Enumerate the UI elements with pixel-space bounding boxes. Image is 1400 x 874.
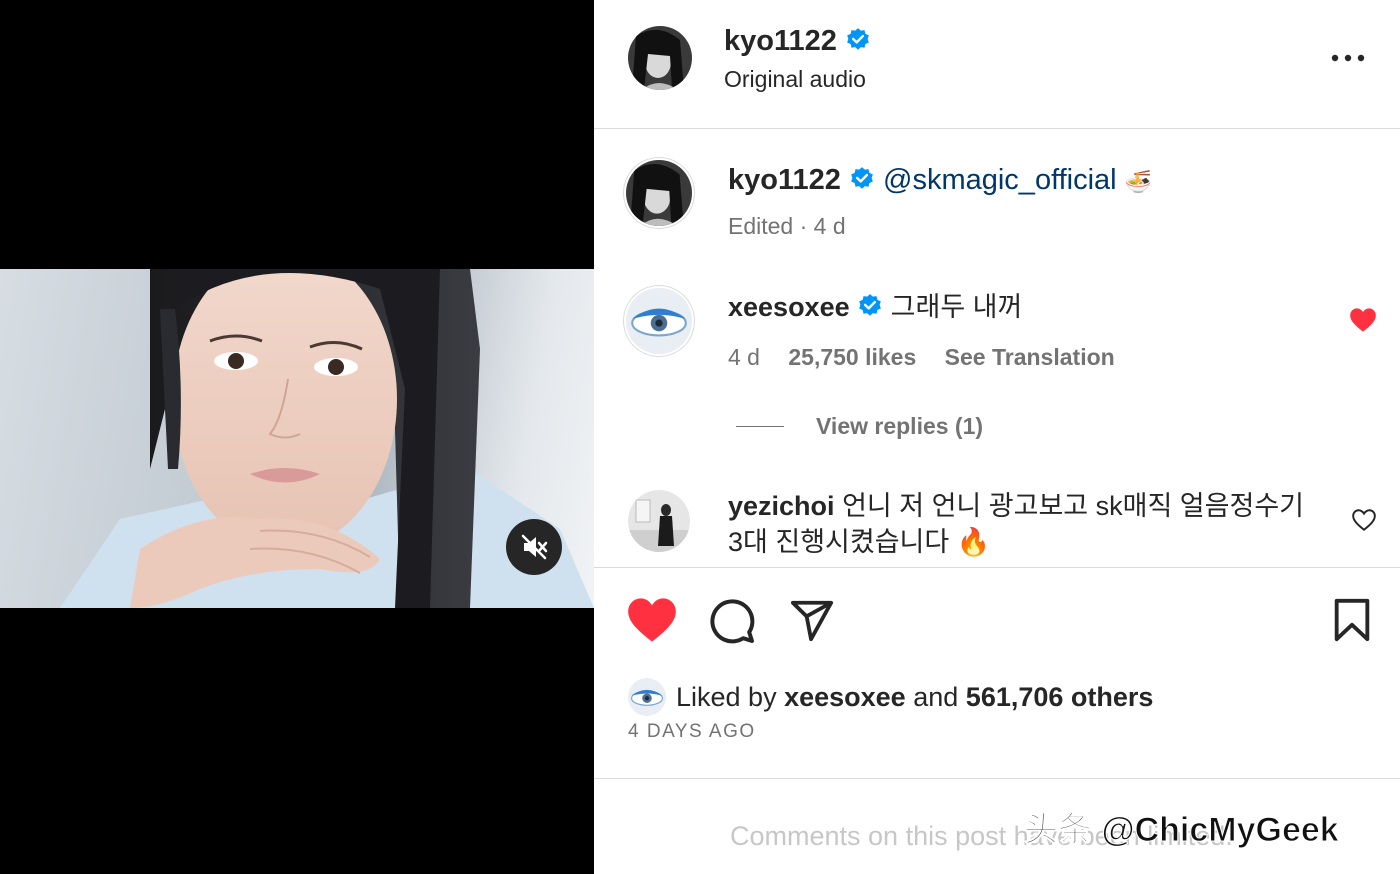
view-replies-button[interactable]: View replies (1) — [816, 411, 983, 441]
liked-by-others[interactable]: 561,706 others — [966, 682, 1154, 712]
see-translation-link[interactable]: See Translation — [945, 344, 1115, 370]
avatar-image — [626, 160, 692, 226]
post-panel: kyo1122 Original audio kyo1122 @skmagic_… — [594, 0, 1400, 874]
avatar-image — [626, 288, 692, 354]
heart-icon[interactable] — [626, 596, 678, 644]
header-divider — [594, 128, 1400, 129]
caption-username[interactable]: kyo1122 — [728, 164, 841, 196]
watermark: 头条 @ChicMyGeek — [1024, 811, 1340, 850]
verified-icon — [851, 167, 873, 189]
bookmark-icon[interactable] — [1332, 597, 1372, 643]
post-date: 4 DAYS AGO — [628, 721, 756, 742]
comment-body-line1: 언니 저 언니 광고보고 sk매직 얼음정수기 — [842, 491, 1305, 521]
post-video[interactable] — [0, 269, 594, 608]
liked-by-user[interactable]: xeesoxee — [784, 682, 906, 712]
footer-divider — [594, 778, 1400, 779]
actions-divider — [594, 567, 1400, 568]
heart-icon[interactable] — [1349, 307, 1377, 333]
avatar-image — [628, 490, 690, 552]
header-username-row: kyo1122 — [724, 22, 871, 60]
comment-avatar-xeesoxee[interactable] — [626, 288, 692, 354]
caption-meta: Edited · 4 d — [728, 213, 846, 239]
liked-by-and: and — [913, 682, 959, 712]
header-username[interactable]: kyo1122 — [724, 25, 837, 57]
mute-icon — [521, 534, 548, 560]
caption-emoji: 🍜 — [1124, 169, 1153, 194]
caption-mention[interactable]: @skmagic_official — [883, 164, 1117, 196]
comment-text-xeesoxee: xeesoxee 그래두 내꺼 — [728, 289, 1022, 325]
heart-outline-icon[interactable] — [1351, 508, 1377, 532]
liker-avatar[interactable] — [628, 678, 666, 716]
comment-body: 그래두 내꺼 — [890, 292, 1023, 322]
comment-body-line2: 3대 진행시켰습니다 🔥 — [728, 527, 991, 557]
comment-likes-count[interactable]: 25,750 likes — [788, 344, 916, 370]
audio-label[interactable]: Original audio — [724, 64, 866, 94]
replies-line — [736, 426, 784, 427]
liked-by-prefix: Liked by — [676, 682, 777, 712]
caption-avatar[interactable] — [626, 160, 692, 226]
comment-text-yezichoi: yezichoi 언니 저 언니 광고보고 sk매직 얼음정수기 — [728, 488, 1304, 524]
author-avatar[interactable] — [628, 26, 692, 90]
avatar-image — [628, 678, 666, 716]
more-options-icon[interactable] — [1328, 50, 1368, 66]
comment-username[interactable]: xeesoxee — [728, 292, 850, 322]
verified-icon — [859, 294, 881, 316]
share-icon[interactable] — [788, 597, 836, 643]
mute-button[interactable] — [506, 519, 562, 575]
comment-username[interactable]: yezichoi — [728, 491, 835, 521]
comment-avatar-yezichoi[interactable] — [628, 490, 690, 552]
avatar-image — [628, 26, 692, 90]
caption-text: kyo1122 @skmagic_official 🍜 — [728, 160, 1152, 202]
comment-age: 4 d — [728, 344, 760, 370]
comment-meta: 4 d 25,750 likes See Translation — [728, 342, 1115, 372]
verified-icon — [847, 28, 869, 50]
comment-icon[interactable] — [708, 597, 756, 645]
portrait-illustration — [60, 269, 594, 608]
liked-by-summary: Liked by xeesoxee and 561,706 others — [676, 679, 1153, 715]
media-pane — [0, 0, 594, 874]
